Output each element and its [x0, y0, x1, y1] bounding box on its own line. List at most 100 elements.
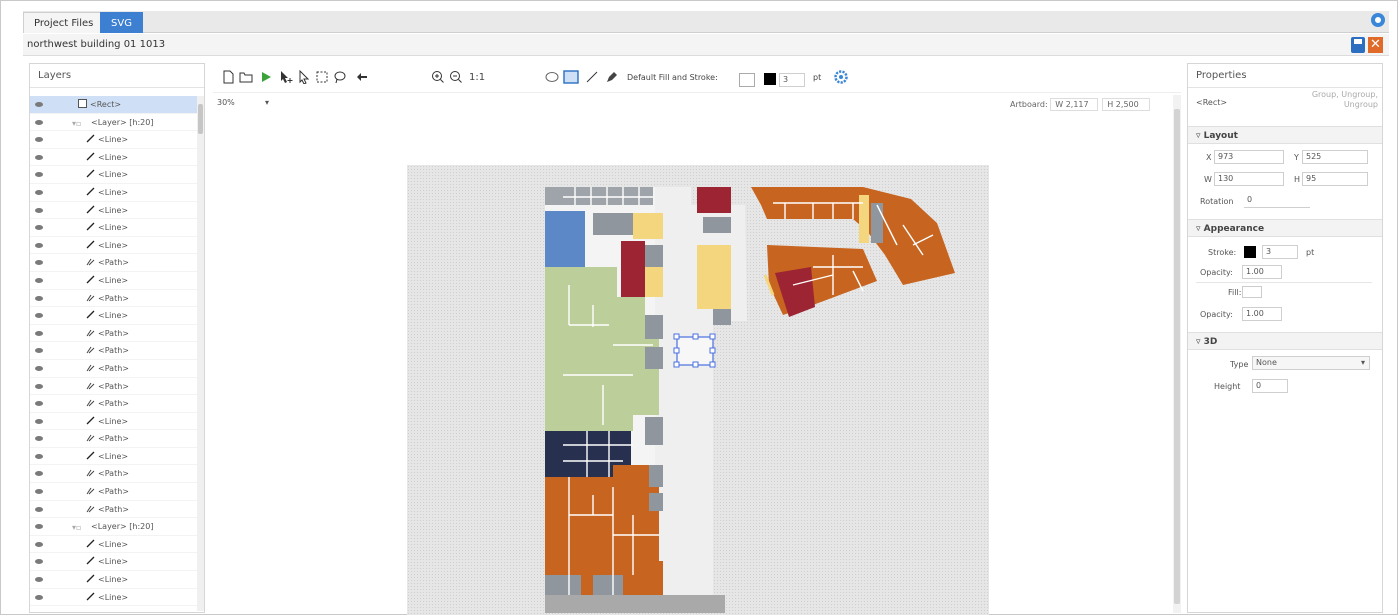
layer-row[interactable]: <Line>: [30, 219, 198, 237]
layer-row[interactable]: <Line>: [30, 202, 198, 220]
canvas-area[interactable]: 30% ▾ Artboard: W 2,117 H 2,500: [213, 95, 1173, 615]
play-icon[interactable]: [259, 70, 273, 84]
layer-row[interactable]: <Line>: [30, 237, 198, 255]
zoom-in-icon[interactable]: [431, 70, 445, 84]
fill-color-swatch[interactable]: [739, 73, 755, 87]
eye-icon[interactable]: [35, 119, 43, 125]
eye-icon[interactable]: [35, 365, 43, 371]
layer-row[interactable]: <Path>: [30, 501, 198, 519]
eye-icon[interactable]: [35, 260, 43, 266]
rectangle-tool-icon[interactable]: [563, 70, 579, 84]
layer-row[interactable]: <Line>: [30, 553, 198, 572]
layer-row[interactable]: <Path>: [30, 395, 198, 413]
eye-icon[interactable]: [35, 436, 43, 442]
layer-row[interactable]: <Line>: [30, 571, 198, 589]
eye-icon[interactable]: [35, 102, 43, 107]
new-document-icon[interactable]: [221, 70, 235, 84]
eye-icon[interactable]: [35, 172, 43, 178]
eye-icon[interactable]: [35, 225, 43, 231]
eye-icon[interactable]: [35, 453, 43, 459]
fill-opacity-input[interactable]: 1.00: [1242, 307, 1282, 321]
save-icon[interactable]: [1351, 37, 1365, 53]
stroke-width-input[interactable]: 3: [1262, 245, 1298, 259]
eye-icon[interactable]: [35, 348, 43, 354]
open-folder-icon[interactable]: [239, 70, 253, 84]
layer-row[interactable]: <Path>: [30, 378, 198, 396]
layer-row[interactable]: <Line>: [30, 536, 198, 554]
layer-row[interactable]: <Line>: [30, 589, 198, 607]
eye-icon[interactable]: [35, 295, 43, 301]
layer-row[interactable]: <Line>: [30, 131, 198, 149]
layer-row[interactable]: <Line>: [30, 166, 198, 184]
eye-icon[interactable]: [35, 541, 43, 547]
layer-row[interactable]: <Path>: [30, 254, 198, 272]
eye-icon[interactable]: [35, 277, 43, 283]
eye-icon[interactable]: [35, 242, 43, 248]
eye-icon[interactable]: [35, 524, 43, 530]
line-tool-icon[interactable]: [585, 70, 599, 84]
eye-icon[interactable]: [35, 401, 43, 407]
layer-row[interactable]: <Path>: [30, 465, 198, 484]
layer-row[interactable]: ▾▫ <Layer> [h:20]: [30, 114, 198, 132]
fill-color-swatch[interactable]: [1242, 286, 1262, 298]
canvas-scrollbar[interactable]: [1173, 95, 1181, 613]
eye-icon[interactable]: [35, 471, 43, 477]
layer-row[interactable]: <Line>: [30, 149, 198, 167]
select-arrow-icon[interactable]: [297, 70, 311, 84]
eye-icon[interactable]: [35, 506, 43, 512]
close-icon[interactable]: ✕: [1368, 37, 1383, 53]
zoom-out-icon[interactable]: [449, 70, 463, 84]
zoom-actual-size-button[interactable]: 1:1: [469, 70, 485, 86]
x-input[interactable]: 973: [1214, 150, 1284, 164]
eye-icon[interactable]: [35, 137, 43, 143]
tab-svg[interactable]: SVG: [100, 12, 143, 33]
layer-row[interactable]: <Rect>: [30, 96, 198, 114]
eye-icon[interactable]: [35, 154, 43, 160]
layer-row[interactable]: <Line>: [30, 272, 198, 290]
eye-icon[interactable]: [35, 577, 43, 583]
layer-row[interactable]: <Line>: [30, 184, 198, 202]
layer-row[interactable]: <Path>: [30, 360, 198, 378]
appearance-section-header[interactable]: ▿ Appearance: [1188, 219, 1382, 237]
eye-icon[interactable]: [35, 418, 43, 424]
eye-icon[interactable]: [35, 189, 43, 195]
eye-icon[interactable]: [35, 207, 43, 213]
undo-icon[interactable]: [355, 70, 369, 84]
rotation-input[interactable]: 0: [1244, 194, 1310, 208]
layers-scrollbar[interactable]: [197, 96, 204, 611]
pen-tool-icon[interactable]: [605, 70, 619, 84]
eye-icon[interactable]: [35, 313, 43, 319]
layer-row[interactable]: <Line>: [30, 448, 198, 466]
eye-icon[interactable]: [35, 383, 43, 389]
eye-icon[interactable]: [35, 594, 43, 600]
width-input[interactable]: 130: [1214, 172, 1284, 186]
layer-row[interactable]: <Path>: [30, 430, 198, 448]
height-input[interactable]: 95: [1302, 172, 1368, 186]
stroke-width-input[interactable]: 3: [779, 73, 805, 87]
layout-section-header[interactable]: ▿ Layout: [1188, 126, 1382, 144]
group-actions[interactable]: Group, Ungroup, Ungroup: [1292, 90, 1378, 110]
eye-icon[interactable]: [35, 559, 43, 565]
settings-gear-icon[interactable]: [833, 69, 849, 85]
stroke-color-swatch[interactable]: [764, 73, 776, 85]
type-select[interactable]: None ▾: [1252, 356, 1370, 370]
eye-icon[interactable]: [35, 330, 43, 336]
layer-row[interactable]: <Path>: [30, 483, 198, 501]
stroke-color-swatch[interactable]: [1244, 246, 1256, 258]
layer-row[interactable]: <Path>: [30, 290, 198, 308]
eye-icon[interactable]: [35, 489, 43, 495]
layer-row[interactable]: ▾▫ <Layer> [h:20]: [30, 518, 198, 536]
stroke-opacity-input[interactable]: 1.00: [1242, 265, 1282, 279]
marquee-select-icon[interactable]: [315, 70, 329, 84]
layer-row[interactable]: <Path>: [30, 325, 198, 343]
layer-row[interactable]: <Line>: [30, 413, 198, 431]
layer-row[interactable]: <Path>: [30, 342, 198, 360]
tab-project-files[interactable]: Project Files: [23, 12, 105, 33]
add-point-icon[interactable]: [279, 70, 293, 84]
lasso-icon[interactable]: [333, 70, 347, 84]
3d-section-header[interactable]: ▿ 3D: [1188, 332, 1382, 350]
settings-gear-icon[interactable]: [1371, 13, 1385, 27]
height-3d-input[interactable]: 0: [1252, 379, 1288, 393]
floor-plan-drawing[interactable]: [213, 95, 1173, 613]
ellipse-tool-icon[interactable]: [545, 70, 559, 84]
